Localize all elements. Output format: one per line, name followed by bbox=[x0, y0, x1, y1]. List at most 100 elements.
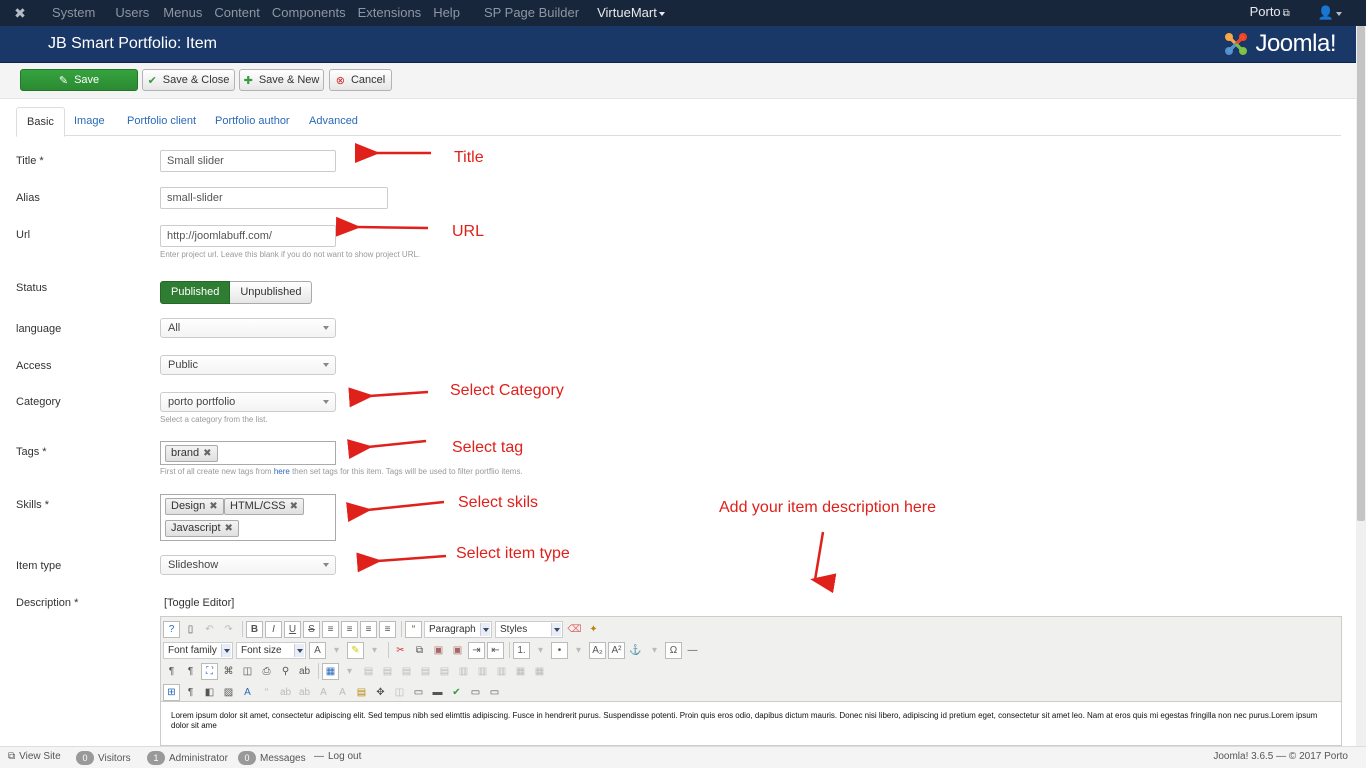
help-icon[interactable]: ? bbox=[163, 620, 180, 638]
menu-system[interactable]: System bbox=[46, 0, 101, 26]
styles-select[interactable]: Styles bbox=[495, 620, 563, 638]
tab-basic[interactable]: Basic bbox=[16, 107, 65, 137]
undo-icon[interactable]: ↶ bbox=[201, 621, 218, 638]
table-cell-props-icon[interactable]: ▤ bbox=[379, 663, 396, 680]
highlight-icon[interactable]: ✎ bbox=[347, 641, 364, 659]
chevron-down-icon[interactable]: ▾ bbox=[328, 642, 345, 659]
chevron-down-icon[interactable]: ▾ bbox=[341, 663, 358, 680]
print-icon[interactable]: ⎙ bbox=[258, 663, 275, 680]
joomla-menu-icon[interactable]: ✖ bbox=[0, 0, 40, 26]
superscript-icon[interactable]: A² bbox=[608, 641, 625, 659]
chevron-down-icon[interactable]: ▾ bbox=[532, 642, 549, 659]
italic-icon[interactable]: I bbox=[265, 620, 282, 638]
language-select[interactable]: All bbox=[160, 318, 336, 338]
tab-image[interactable]: Image bbox=[64, 107, 115, 136]
delete-col-icon[interactable]: ▥ bbox=[493, 663, 510, 680]
blockquote-icon[interactable]: “ bbox=[405, 620, 422, 638]
tab-portfolio-author[interactable]: Portfolio author bbox=[205, 107, 300, 136]
cancel-button[interactable]: ⊗ Cancel bbox=[329, 69, 392, 91]
align-left-icon[interactable]: ≡ bbox=[360, 620, 377, 638]
col-after-icon[interactable]: ▥ bbox=[474, 663, 491, 680]
underline-icon[interactable]: U bbox=[284, 620, 301, 638]
logout-link[interactable]: — Log out bbox=[314, 751, 361, 762]
chevron-down-icon[interactable]: ▾ bbox=[366, 642, 383, 659]
outdent-icon[interactable]: ⇤ bbox=[487, 641, 504, 659]
table-icon[interactable]: ▦ bbox=[322, 662, 339, 680]
merge-cells-icon[interactable]: ▦ bbox=[531, 663, 548, 680]
remove-skill-icon[interactable]: ✖ bbox=[290, 501, 298, 512]
clean-up-icon[interactable]: ✦ bbox=[585, 621, 602, 638]
bullet-list-icon[interactable]: • bbox=[551, 641, 568, 659]
category-select[interactable]: porto portfolio bbox=[160, 392, 336, 412]
row-after-icon[interactable]: ▤ bbox=[417, 663, 434, 680]
user-site-link[interactable]: Porto ⧉ bbox=[1244, 0, 1296, 27]
show-blocks-icon[interactable]: ¶ bbox=[182, 684, 199, 701]
align-center-icon[interactable]: ≡ bbox=[341, 620, 358, 638]
nonbreaking-icon[interactable]: ▭ bbox=[467, 684, 484, 701]
save-button[interactable]: ✎ Save bbox=[20, 69, 138, 91]
replace-icon[interactable]: ab bbox=[296, 663, 313, 680]
tags-help-link[interactable]: here bbox=[274, 467, 290, 476]
menu-extensions[interactable]: Extensions bbox=[352, 0, 428, 26]
delete-row-icon[interactable]: ▤ bbox=[436, 663, 453, 680]
paste-icon[interactable]: ▣ bbox=[430, 642, 447, 659]
strikethrough-icon[interactable]: S bbox=[303, 620, 320, 638]
numbered-list-icon[interactable]: 1. bbox=[513, 641, 530, 659]
url-input[interactable]: http://joomlabuff.com/ bbox=[160, 225, 336, 247]
template-icon[interactable]: ◧ bbox=[201, 684, 218, 701]
page-break-icon[interactable]: ▬ bbox=[429, 684, 446, 701]
font-size-select[interactable]: Font size bbox=[236, 641, 306, 659]
align-right-icon[interactable]: ≡ bbox=[379, 620, 396, 638]
preview-icon[interactable]: ◫ bbox=[239, 663, 256, 680]
format-select[interactable]: Paragraph bbox=[424, 620, 492, 638]
horizontal-rule-icon[interactable]: — bbox=[684, 642, 701, 659]
tab-advanced[interactable]: Advanced bbox=[299, 107, 368, 136]
menu-components[interactable]: Components bbox=[266, 0, 352, 26]
itemtype-select[interactable]: Slideshow bbox=[160, 555, 336, 575]
menu-content[interactable]: Content bbox=[208, 0, 266, 26]
cut-icon[interactable]: ✂ bbox=[392, 642, 409, 659]
new-document-icon[interactable]: ▯ bbox=[182, 621, 199, 638]
status-published-button[interactable]: Published bbox=[160, 281, 231, 304]
toggle-editor-link[interactable]: [Toggle Editor] bbox=[164, 597, 234, 609]
search-icon[interactable]: ⚲ bbox=[277, 663, 294, 680]
save-new-button[interactable]: ✚ Save & New bbox=[239, 69, 324, 91]
remove-skill-icon[interactable]: ✖ bbox=[209, 501, 217, 512]
tab-portfolio-client[interactable]: Portfolio client bbox=[117, 107, 206, 136]
ins-icon[interactable]: A bbox=[334, 684, 351, 701]
remove-tag-icon[interactable]: ✖ bbox=[203, 448, 211, 459]
administrator-link[interactable]: 1 Administrator bbox=[147, 751, 228, 765]
fullscreen-icon[interactable]: ⛶ bbox=[201, 662, 218, 680]
acronym-icon[interactable]: ab bbox=[296, 684, 313, 701]
view-site-link[interactable]: ⧉ View Site bbox=[8, 751, 61, 762]
skills-input[interactable]: Design ✖ HTML/CSS ✖ Javascript ✖ bbox=[160, 494, 336, 541]
status-unpublished-button[interactable]: Unpublished bbox=[230, 281, 313, 304]
remove-skill-icon[interactable]: ✖ bbox=[225, 523, 233, 534]
scrollbar-thumb[interactable] bbox=[1357, 26, 1365, 521]
save-close-button[interactable]: ✔ Save & Close bbox=[142, 69, 235, 91]
cite-icon[interactable]: “ bbox=[258, 684, 275, 701]
menu-menus[interactable]: Menus bbox=[157, 0, 208, 26]
rtl-icon[interactable]: ¶ bbox=[182, 663, 199, 680]
spellcheck-icon[interactable]: ✔ bbox=[448, 684, 465, 701]
align-justify-icon[interactable]: ≡ bbox=[322, 620, 339, 638]
title-input[interactable]: Small slider bbox=[160, 150, 336, 172]
del-icon[interactable]: A bbox=[315, 684, 332, 701]
col-before-icon[interactable]: ▥ bbox=[455, 663, 472, 680]
visual-aid-icon[interactable]: ⊞ bbox=[163, 683, 180, 701]
menu-virtuemart[interactable]: VirtueMart bbox=[591, 0, 671, 26]
eraser-icon[interactable]: ⌫ bbox=[566, 621, 583, 638]
code-icon[interactable]: ⌘ bbox=[220, 663, 237, 680]
image-icon[interactable]: ▨ bbox=[220, 684, 237, 701]
copy-icon[interactable]: ⧉ bbox=[411, 642, 428, 659]
menu-help[interactable]: Help bbox=[427, 0, 466, 26]
font-family-select[interactable]: Font family bbox=[163, 641, 233, 659]
messages-link[interactable]: 0 Messages bbox=[238, 751, 306, 765]
attribs-icon[interactable]: ▤ bbox=[353, 684, 370, 701]
row-before-icon[interactable]: ▤ bbox=[398, 663, 415, 680]
page-scrollbar[interactable] bbox=[1356, 26, 1366, 746]
alias-input[interactable]: small-slider bbox=[160, 187, 388, 209]
move-layer-icon[interactable]: ◫ bbox=[391, 684, 408, 701]
redo-icon[interactable]: ↷ bbox=[220, 621, 237, 638]
access-select[interactable]: Public bbox=[160, 355, 336, 375]
